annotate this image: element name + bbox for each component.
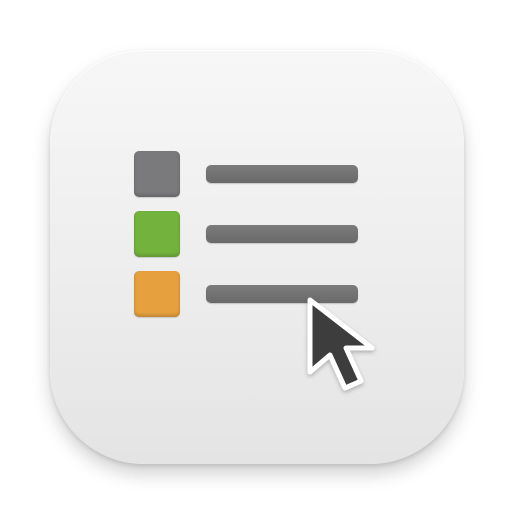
app-icon-tile[interactable] (50, 50, 464, 464)
text-line-placeholder (206, 225, 358, 243)
green-square-icon (134, 211, 180, 257)
orange-square-icon (134, 271, 180, 317)
list-item (134, 151, 358, 197)
list-item (134, 211, 358, 257)
canvas (0, 0, 512, 512)
arrow-cursor-icon (307, 297, 375, 391)
text-line-placeholder (206, 165, 358, 183)
gray-square-icon (134, 151, 180, 197)
